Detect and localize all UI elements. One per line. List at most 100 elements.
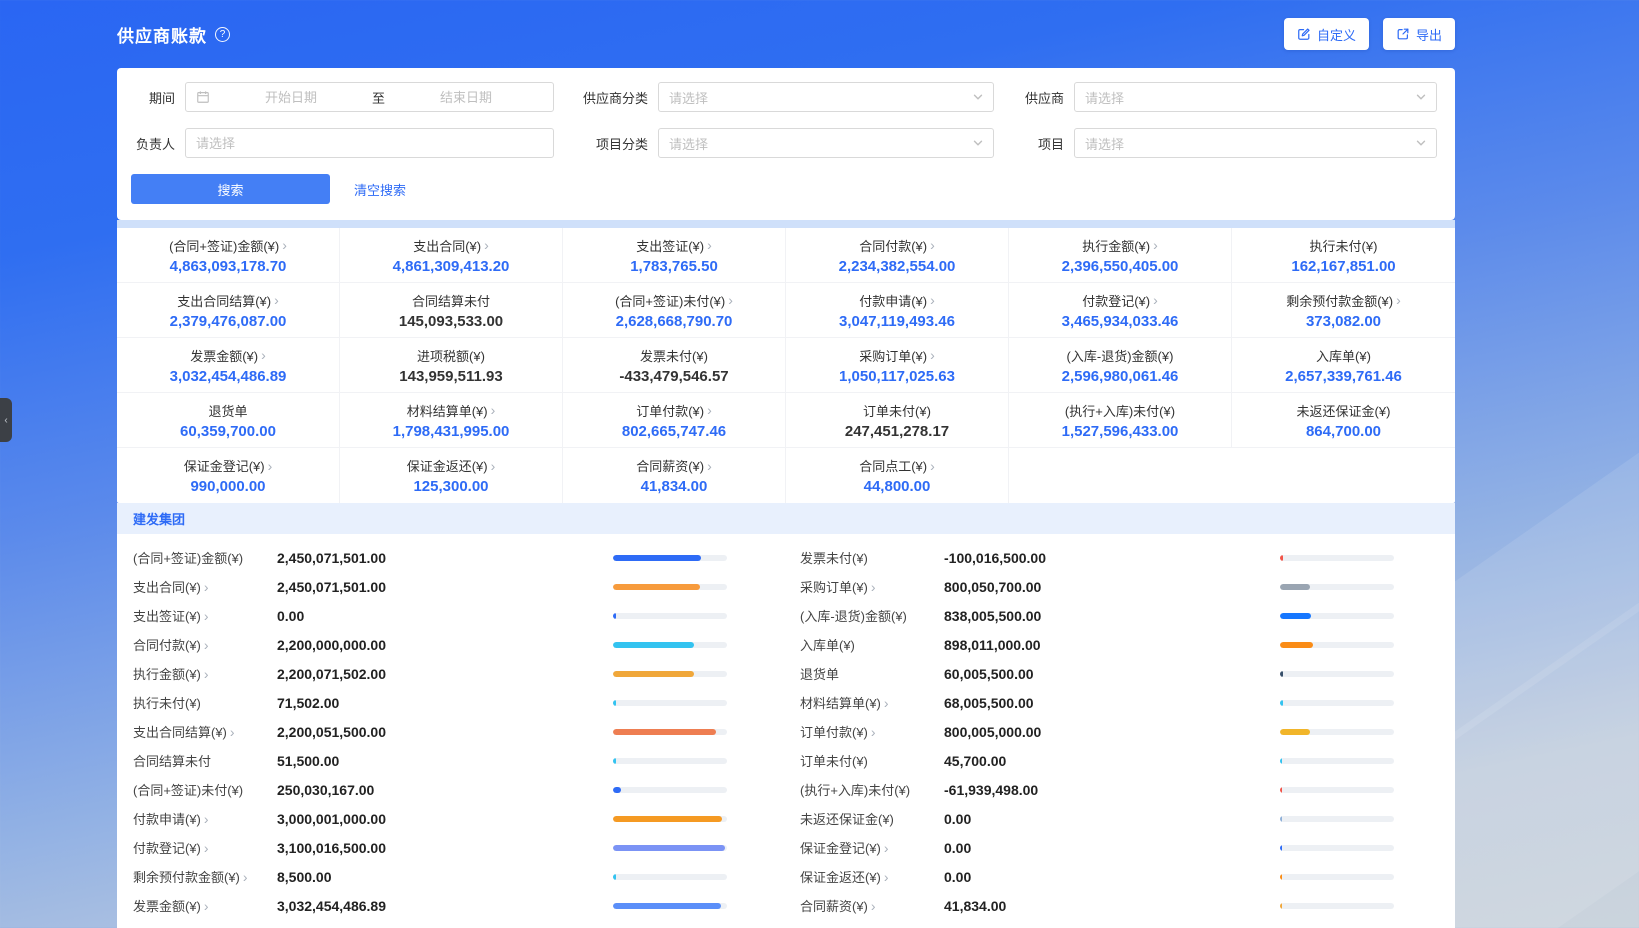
filter-panel: 期间 至 供应商分类 请选择 供应商 bbox=[117, 68, 1455, 220]
progress-track bbox=[613, 758, 727, 764]
project-category-select[interactable]: 请选择 bbox=[658, 128, 994, 158]
progress-track bbox=[1280, 816, 1394, 822]
summary-cell[interactable]: 订单付款(¥)›802,665,747.46 bbox=[563, 393, 786, 448]
detail-row-label[interactable]: 发票金额(¥)› bbox=[133, 896, 277, 915]
chevron-right-icon: › bbox=[204, 638, 209, 652]
owner-input[interactable] bbox=[196, 136, 543, 151]
summary-cell[interactable]: 材料结算单(¥)›1,798,431,995.00 bbox=[340, 393, 563, 448]
summary-cell[interactable]: 付款登记(¥)›3,465,934,033.46 bbox=[1009, 283, 1232, 338]
summary-cell[interactable]: 付款申请(¥)›3,047,119,493.46 bbox=[786, 283, 1009, 338]
detail-row-label[interactable]: 保证金登记(¥)› bbox=[800, 838, 944, 857]
clear-search-link[interactable]: 清空搜索 bbox=[354, 180, 406, 199]
help-icon[interactable]: ? bbox=[215, 27, 230, 42]
detail-row-value: 838,005,500.00 bbox=[944, 608, 1280, 624]
end-date-input[interactable] bbox=[389, 90, 543, 105]
export-button[interactable]: 导出 bbox=[1383, 18, 1455, 50]
progress-track bbox=[613, 903, 727, 909]
detail-row-value: 3,032,454,486.89 bbox=[277, 898, 613, 914]
date-range-picker[interactable]: 至 bbox=[185, 82, 554, 112]
detail-row-label[interactable]: 付款登记(¥)› bbox=[133, 838, 277, 857]
summary-cell-value: 1,050,117,025.63 bbox=[839, 368, 955, 385]
progress-track bbox=[613, 584, 727, 590]
drawer-handle[interactable]: ‹ bbox=[0, 398, 12, 442]
chevron-right-icon: › bbox=[884, 870, 889, 884]
progress-track bbox=[1280, 555, 1394, 561]
detail-row-label[interactable]: 采购订单(¥)› bbox=[800, 577, 944, 596]
summary-cell[interactable]: 剩余预付款金额(¥)›373,082.00 bbox=[1232, 283, 1455, 338]
supplier-select[interactable]: 请选择 bbox=[1074, 82, 1437, 112]
summary-cell-label: 剩余预付款金额(¥)› bbox=[1286, 291, 1401, 310]
chevron-right-icon: › bbox=[728, 293, 733, 307]
summary-cell-value: -433,479,546.57 bbox=[619, 368, 728, 385]
summary-cell[interactable]: 支出合同结算(¥)›2,379,476,087.00 bbox=[117, 283, 340, 338]
summary-cell-value: 41,834.00 bbox=[641, 478, 708, 495]
summary-cell-value: 247,451,278.17 bbox=[845, 423, 949, 440]
detail-row: (入库-退货)金额(¥)838,005,500.00 bbox=[800, 601, 1394, 630]
detail-row: 订单付款(¥)›800,005,000.00 bbox=[800, 717, 1394, 746]
select-placeholder: 请选择 bbox=[669, 134, 708, 153]
summary-cell[interactable]: 支出合同(¥)›4,861,309,413.20 bbox=[340, 228, 563, 283]
detail-row-label[interactable]: 合同薪资(¥)› bbox=[800, 896, 944, 915]
progress-fill bbox=[613, 729, 716, 735]
detail-row-label: 未返还保证金(¥) bbox=[800, 809, 944, 828]
chevron-right-icon: › bbox=[930, 459, 935, 473]
supplier-category-select[interactable]: 请选择 bbox=[658, 82, 994, 112]
summary-cell-value: 2,379,476,087.00 bbox=[170, 313, 287, 330]
summary-cell[interactable]: 执行金额(¥)›2,396,550,405.00 bbox=[1009, 228, 1232, 283]
detail-row-label[interactable]: 材料结算单(¥)› bbox=[800, 693, 944, 712]
chevron-right-icon: › bbox=[491, 459, 496, 473]
summary-cell[interactable]: 合同点工(¥)›44,800.00 bbox=[786, 448, 1009, 503]
chevron-left-icon: ‹ bbox=[4, 415, 7, 426]
detail-row-label[interactable]: 保证金返还(¥)› bbox=[800, 867, 944, 886]
chevron-right-icon: › bbox=[484, 238, 489, 252]
summary-cell: 未返还保证金(¥)864,700.00 bbox=[1232, 393, 1455, 448]
detail-row-label[interactable]: 支出签证(¥)› bbox=[133, 606, 277, 625]
detail-row-label[interactable]: 付款申请(¥)› bbox=[133, 809, 277, 828]
detail-row-label[interactable]: 支出合同结算(¥)› bbox=[133, 722, 277, 741]
summary-cell-label: (入库-退货)金额(¥) bbox=[1067, 346, 1174, 365]
detail-row-value: 2,450,071,501.00 bbox=[277, 579, 613, 595]
progress-track bbox=[613, 729, 727, 735]
summary-cell: (执行+入库)未付(¥)1,527,596,433.00 bbox=[1009, 393, 1232, 448]
detail-row-label: 订单未付(¥) bbox=[800, 751, 944, 770]
customize-button[interactable]: 自定义 bbox=[1284, 18, 1369, 50]
progress-fill bbox=[613, 584, 700, 590]
summary-cell[interactable]: 支出签证(¥)›1,783,765.50 bbox=[563, 228, 786, 283]
filter-row-1: 期间 至 供应商分类 请选择 供应商 bbox=[131, 82, 1441, 112]
progress-fill bbox=[613, 613, 616, 619]
summary-cell[interactable]: (合同+签证)金额(¥)›4,863,093,178.70 bbox=[117, 228, 340, 283]
chevron-right-icon: › bbox=[268, 459, 273, 473]
export-button-label: 导出 bbox=[1416, 25, 1442, 44]
progress-track bbox=[613, 555, 727, 561]
progress-track bbox=[1280, 729, 1394, 735]
chevron-right-icon: › bbox=[930, 348, 935, 362]
chevron-down-icon bbox=[1416, 138, 1426, 148]
summary-cell[interactable]: 采购订单(¥)›1,050,117,025.63 bbox=[786, 338, 1009, 393]
search-button[interactable]: 搜索 bbox=[131, 174, 330, 204]
summary-cell[interactable]: 合同付款(¥)›2,234,382,554.00 bbox=[786, 228, 1009, 283]
chevron-right-icon: › bbox=[707, 238, 712, 252]
chevron-right-icon: › bbox=[1153, 238, 1158, 252]
summary-cell-label: 入库单(¥) bbox=[1316, 346, 1371, 365]
edit-icon bbox=[1297, 27, 1311, 41]
detail-row-value: 2,200,071,502.00 bbox=[277, 666, 613, 682]
detail-row-label[interactable]: 支出合同(¥)› bbox=[133, 577, 277, 596]
summary-cell[interactable]: 发票金额(¥)›3,032,454,486.89 bbox=[117, 338, 340, 393]
summary-cell[interactable]: 保证金登记(¥)›990,000.00 bbox=[117, 448, 340, 503]
start-date-input[interactable] bbox=[214, 90, 368, 105]
summary-cell[interactable]: 保证金返还(¥)›125,300.00 bbox=[340, 448, 563, 503]
detail-row-label[interactable]: 执行金额(¥)› bbox=[133, 664, 277, 683]
project-select[interactable]: 请选择 bbox=[1074, 128, 1437, 158]
progress-fill bbox=[1280, 642, 1313, 648]
summary-cell: 入库单(¥)2,657,339,761.46 bbox=[1232, 338, 1455, 393]
chevron-right-icon: › bbox=[884, 841, 889, 855]
summary-cell-label: 合同付款(¥)› bbox=[859, 236, 935, 255]
summary-cell[interactable]: 合同薪资(¥)›41,834.00 bbox=[563, 448, 786, 503]
summary-cell-label: 材料结算单(¥)› bbox=[407, 401, 496, 420]
summary-cell[interactable]: (合同+签证)未付(¥)›2,628,668,790.70 bbox=[563, 283, 786, 338]
detail-row-value: 898,011,000.00 bbox=[944, 637, 1280, 653]
detail-row-label[interactable]: 剩余预付款金额(¥)› bbox=[133, 867, 277, 886]
detail-row-label[interactable]: 合同付款(¥)› bbox=[133, 635, 277, 654]
progress-track bbox=[1280, 903, 1394, 909]
detail-row-label[interactable]: 订单付款(¥)› bbox=[800, 722, 944, 741]
